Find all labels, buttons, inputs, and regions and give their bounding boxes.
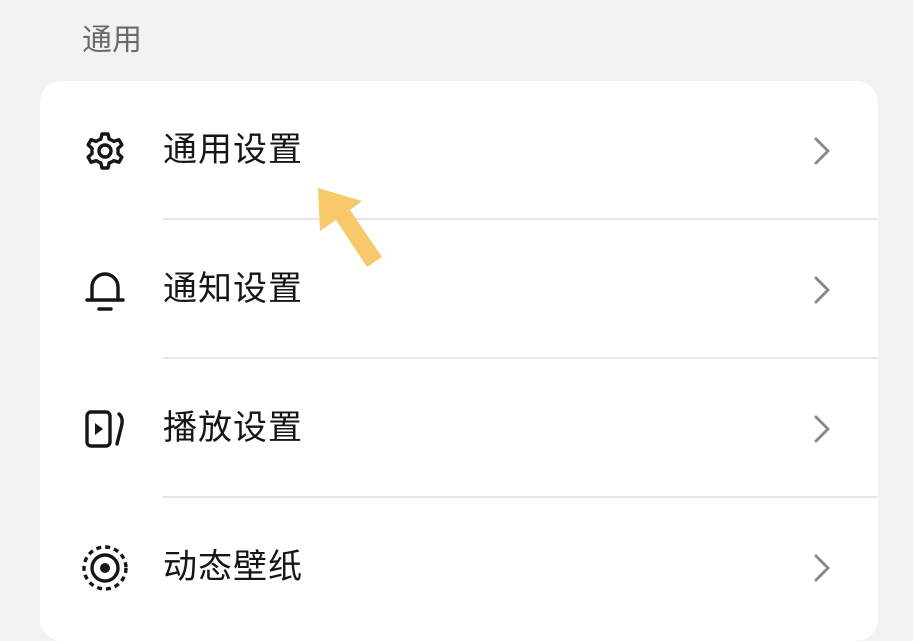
gear-icon — [80, 126, 130, 176]
live-wallpaper-icon — [80, 543, 130, 593]
chevron-right-icon — [812, 553, 832, 583]
play-screen-icon — [80, 404, 130, 454]
chevron-right-icon — [812, 136, 832, 166]
menu-item-live-wallpaper[interactable]: 动态壁纸 — [40, 498, 878, 636]
menu-item-playback-settings[interactable]: 播放设置 — [40, 359, 878, 497]
settings-card: 通用设置 通知设置 播放设置 动态壁纸 — [40, 81, 878, 641]
chevron-right-icon — [812, 275, 832, 305]
section-title: 通用 — [82, 23, 142, 58]
menu-item-label: 动态壁纸 — [163, 547, 303, 587]
highlight-arrow-icon — [312, 183, 392, 273]
menu-item-notification-settings[interactable]: 通知设置 — [40, 220, 878, 358]
bell-icon — [80, 265, 130, 315]
menu-item-label: 通知设置 — [163, 269, 303, 309]
chevron-right-icon — [812, 414, 832, 444]
menu-item-label: 播放设置 — [163, 408, 303, 448]
menu-item-general-settings[interactable]: 通用设置 — [40, 81, 878, 219]
menu-item-label: 通用设置 — [163, 130, 303, 170]
